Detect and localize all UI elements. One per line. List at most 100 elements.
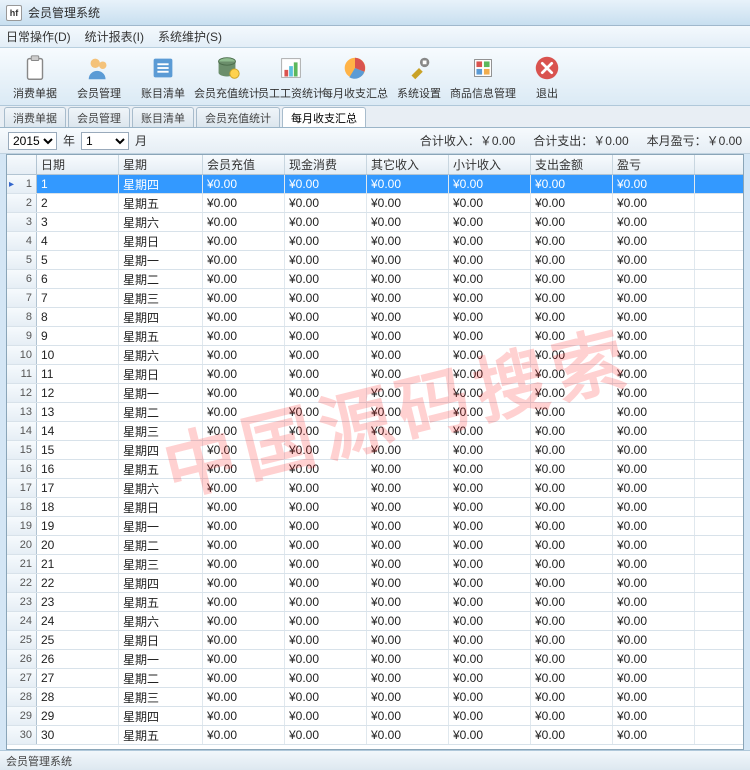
table-row[interactable]: 1010星期六¥0.00¥0.00¥0.00¥0.00¥0.00¥0.00 bbox=[7, 346, 743, 365]
row-header: 20 bbox=[7, 536, 37, 554]
table-row[interactable]: 3030星期五¥0.00¥0.00¥0.00¥0.00¥0.00¥0.00 bbox=[7, 726, 743, 745]
table-row[interactable]: 55星期一¥0.00¥0.00¥0.00¥0.00¥0.00¥0.00 bbox=[7, 251, 743, 270]
tab-consume[interactable]: 消费单据 bbox=[4, 107, 66, 127]
table-row[interactable]: 66星期二¥0.00¥0.00¥0.00¥0.00¥0.00¥0.00 bbox=[7, 270, 743, 289]
product-info-button[interactable]: 商品信息管理 bbox=[452, 50, 514, 104]
cell-value: ¥0.00 bbox=[613, 498, 695, 516]
tab-ledger[interactable]: 账目清单 bbox=[132, 107, 194, 127]
col-subtotal[interactable]: 小计收入 bbox=[449, 155, 531, 174]
profit-label: 本月盈亏：￥0.00 bbox=[647, 132, 742, 149]
cell-value: ¥0.00 bbox=[613, 555, 695, 573]
tab-monthly[interactable]: 每月收支汇总 bbox=[282, 107, 366, 127]
tab-recharge[interactable]: 会员充值统计 bbox=[196, 107, 280, 127]
row-header: 29 bbox=[7, 707, 37, 725]
cell-value: ¥0.00 bbox=[531, 308, 613, 326]
cell-value: ¥0.00 bbox=[613, 289, 695, 307]
col-cash[interactable]: 现金消费 bbox=[285, 155, 367, 174]
table-row[interactable]: 2727星期二¥0.00¥0.00¥0.00¥0.00¥0.00¥0.00 bbox=[7, 669, 743, 688]
cell-value: ¥0.00 bbox=[449, 213, 531, 231]
cell-value: ¥0.00 bbox=[449, 384, 531, 402]
tab-member[interactable]: 会员管理 bbox=[68, 107, 130, 127]
filter-bar: 2015 年 1 月 合计收入：￥0.00 合计支出：￥0.00 本月盈亏：￥0… bbox=[0, 128, 750, 154]
col-expense[interactable]: 支出金额 bbox=[531, 155, 613, 174]
cell-value: ¥0.00 bbox=[613, 593, 695, 611]
ledger-list-button[interactable]: 账目清单 bbox=[132, 50, 194, 104]
toolbar-label: 会员充值统计 bbox=[194, 85, 260, 101]
table-row[interactable]: 33星期六¥0.00¥0.00¥0.00¥0.00¥0.00¥0.00 bbox=[7, 213, 743, 232]
table-row[interactable]: 1414星期三¥0.00¥0.00¥0.00¥0.00¥0.00¥0.00 bbox=[7, 422, 743, 441]
col-profit[interactable]: 盈亏 bbox=[613, 155, 695, 174]
chart-icon bbox=[276, 53, 306, 83]
row-header: 22 bbox=[7, 574, 37, 592]
row-header: 12 bbox=[7, 384, 37, 402]
cell-date: 13 bbox=[37, 403, 119, 421]
year-select[interactable]: 2015 bbox=[8, 132, 57, 150]
row-header: 28 bbox=[7, 688, 37, 706]
row-header: 7 bbox=[7, 289, 37, 307]
table-row[interactable]: 1111星期日¥0.00¥0.00¥0.00¥0.00¥0.00¥0.00 bbox=[7, 365, 743, 384]
cell-date: 20 bbox=[37, 536, 119, 554]
table-row[interactable]: 11星期四¥0.00¥0.00¥0.00¥0.00¥0.00¥0.00 bbox=[7, 175, 743, 194]
table-row[interactable]: 1212星期一¥0.00¥0.00¥0.00¥0.00¥0.00¥0.00 bbox=[7, 384, 743, 403]
cell-value: ¥0.00 bbox=[367, 270, 449, 288]
cell-value: ¥0.00 bbox=[367, 536, 449, 554]
cell-date: 21 bbox=[37, 555, 119, 573]
sys-settings-button[interactable]: 系统设置 bbox=[388, 50, 450, 104]
recharge-stats-button[interactable]: 会员充值统计 bbox=[196, 50, 258, 104]
table-row[interactable]: 2828星期三¥0.00¥0.00¥0.00¥0.00¥0.00¥0.00 bbox=[7, 688, 743, 707]
member-manage-button[interactable]: 会员管理 bbox=[68, 50, 130, 104]
table-row[interactable]: 2424星期六¥0.00¥0.00¥0.00¥0.00¥0.00¥0.00 bbox=[7, 612, 743, 631]
consume-receipt-button[interactable]: 消费单据 bbox=[4, 50, 66, 104]
cell-week: 星期二 bbox=[119, 669, 203, 687]
table-row[interactable]: 2323星期五¥0.00¥0.00¥0.00¥0.00¥0.00¥0.00 bbox=[7, 593, 743, 612]
cell-value: ¥0.00 bbox=[285, 270, 367, 288]
year-label: 年 bbox=[63, 132, 75, 149]
cell-value: ¥0.00 bbox=[613, 365, 695, 383]
table-row[interactable]: 2626星期一¥0.00¥0.00¥0.00¥0.00¥0.00¥0.00 bbox=[7, 650, 743, 669]
table-row[interactable]: 1818星期日¥0.00¥0.00¥0.00¥0.00¥0.00¥0.00 bbox=[7, 498, 743, 517]
table-row[interactable]: 1919星期一¥0.00¥0.00¥0.00¥0.00¥0.00¥0.00 bbox=[7, 517, 743, 536]
menu-report[interactable]: 统计报表(I) bbox=[85, 28, 144, 45]
month-select[interactable]: 1 bbox=[81, 132, 129, 150]
cell-value: ¥0.00 bbox=[613, 232, 695, 250]
grid-body[interactable]: 11星期四¥0.00¥0.00¥0.00¥0.00¥0.00¥0.0022星期五… bbox=[7, 175, 743, 749]
cell-value: ¥0.00 bbox=[367, 669, 449, 687]
cell-value: ¥0.00 bbox=[531, 422, 613, 440]
table-row[interactable]: 1313星期二¥0.00¥0.00¥0.00¥0.00¥0.00¥0.00 bbox=[7, 403, 743, 422]
col-date[interactable]: 日期 bbox=[37, 155, 119, 174]
table-row[interactable]: 2121星期三¥0.00¥0.00¥0.00¥0.00¥0.00¥0.00 bbox=[7, 555, 743, 574]
cell-value: ¥0.00 bbox=[203, 688, 285, 706]
menu-maint[interactable]: 系统维护(S) bbox=[158, 28, 222, 45]
exit-button[interactable]: 退出 bbox=[516, 50, 578, 104]
cell-date: 16 bbox=[37, 460, 119, 478]
table-row[interactable]: 2222星期四¥0.00¥0.00¥0.00¥0.00¥0.00¥0.00 bbox=[7, 574, 743, 593]
col-week[interactable]: 星期 bbox=[119, 155, 203, 174]
cell-value: ¥0.00 bbox=[449, 346, 531, 364]
table-row[interactable]: 44星期日¥0.00¥0.00¥0.00¥0.00¥0.00¥0.00 bbox=[7, 232, 743, 251]
table-row[interactable]: 1515星期四¥0.00¥0.00¥0.00¥0.00¥0.00¥0.00 bbox=[7, 441, 743, 460]
salary-stats-button[interactable]: 员工工资统计 bbox=[260, 50, 322, 104]
table-row[interactable]: 2020星期二¥0.00¥0.00¥0.00¥0.00¥0.00¥0.00 bbox=[7, 536, 743, 555]
table-row[interactable]: 99星期五¥0.00¥0.00¥0.00¥0.00¥0.00¥0.00 bbox=[7, 327, 743, 346]
table-row[interactable]: 1616星期五¥0.00¥0.00¥0.00¥0.00¥0.00¥0.00 bbox=[7, 460, 743, 479]
monthly-summary-button[interactable]: 每月收支汇总 bbox=[324, 50, 386, 104]
col-other[interactable]: 其它收入 bbox=[367, 155, 449, 174]
cell-value: ¥0.00 bbox=[531, 536, 613, 554]
col-recharge[interactable]: 会员充值 bbox=[203, 155, 285, 174]
table-row[interactable]: 2929星期四¥0.00¥0.00¥0.00¥0.00¥0.00¥0.00 bbox=[7, 707, 743, 726]
table-row[interactable]: 2525星期日¥0.00¥0.00¥0.00¥0.00¥0.00¥0.00 bbox=[7, 631, 743, 650]
table-row[interactable]: 88星期四¥0.00¥0.00¥0.00¥0.00¥0.00¥0.00 bbox=[7, 308, 743, 327]
cell-date: 24 bbox=[37, 612, 119, 630]
cell-value: ¥0.00 bbox=[285, 441, 367, 459]
cell-value: ¥0.00 bbox=[367, 365, 449, 383]
cell-value: ¥0.00 bbox=[531, 213, 613, 231]
menu-daily[interactable]: 日常操作(D) bbox=[6, 28, 71, 45]
row-header: 26 bbox=[7, 650, 37, 668]
menubar: 日常操作(D) 统计报表(I) 系统维护(S) bbox=[0, 26, 750, 48]
table-row[interactable]: 22星期五¥0.00¥0.00¥0.00¥0.00¥0.00¥0.00 bbox=[7, 194, 743, 213]
cell-value: ¥0.00 bbox=[449, 460, 531, 478]
cell-value: ¥0.00 bbox=[203, 460, 285, 478]
people-icon bbox=[84, 53, 114, 83]
table-row[interactable]: 77星期三¥0.00¥0.00¥0.00¥0.00¥0.00¥0.00 bbox=[7, 289, 743, 308]
table-row[interactable]: 1717星期六¥0.00¥0.00¥0.00¥0.00¥0.00¥0.00 bbox=[7, 479, 743, 498]
